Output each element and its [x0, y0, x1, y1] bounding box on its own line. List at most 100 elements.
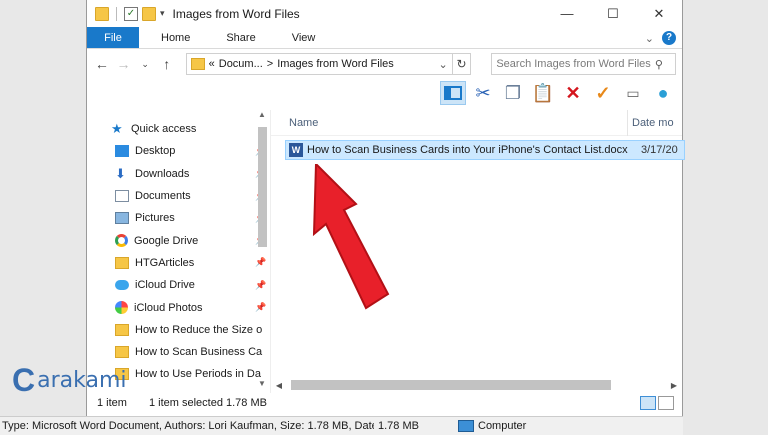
scroll-left-icon[interactable]: ◀	[271, 381, 287, 390]
details-pane-button[interactable]	[440, 81, 466, 105]
nav-label: iCloud Drive	[135, 279, 195, 292]
column-name[interactable]: Name	[271, 117, 627, 129]
refresh-button[interactable]: ↻	[451, 53, 472, 75]
shell-button[interactable]: ●	[650, 81, 676, 105]
tab-view[interactable]: View	[270, 27, 330, 48]
file-pane: Name Date mo W How to Scan Business Card…	[271, 109, 685, 393]
view-switcher	[640, 396, 682, 410]
scissors-icon: ✂	[475, 82, 491, 103]
rename-button[interactable]: ▭	[620, 81, 646, 105]
nav-label: Documents	[135, 190, 191, 203]
refresh-icon: ↻	[456, 57, 467, 71]
nav-label: How to Use Periods in Da	[135, 368, 261, 381]
expand-ribbon-icon[interactable]: ⌄	[645, 32, 654, 45]
nav-item[interactable]: HTGArticles 📌	[87, 252, 270, 274]
checkmark-button[interactable]: ✓	[590, 81, 616, 105]
address-bar[interactable]: « Docum... > Images from Word Files ⌄	[185, 53, 453, 75]
customize-toolbar-icon[interactable]: ▾	[160, 8, 165, 19]
column-date[interactable]: Date mo	[627, 109, 679, 136]
cut-button[interactable]: ✂	[470, 81, 496, 105]
maximize-button[interactable]: ☐	[590, 0, 636, 27]
address-dropdown-icon[interactable]: ⌄	[438, 58, 447, 71]
word-document-icon: W	[289, 143, 303, 157]
quick-access-toolbar: ✓ ▾	[87, 6, 165, 21]
scroll-thumb[interactable]	[291, 380, 611, 390]
scroll-down-icon[interactable]: ▼	[256, 379, 268, 393]
nav-item[interactable]: iCloud Photos 📌	[87, 296, 270, 318]
checkmark-icon: ✓	[595, 82, 611, 103]
breadcrumb-current[interactable]: Images from Word Files	[277, 58, 394, 70]
nav-item[interactable]: Google Drive📌	[87, 229, 270, 251]
tab-share[interactable]: Share	[204, 27, 269, 48]
file-details: Type: Microsoft Word Document, Authors: …	[2, 420, 374, 432]
star-icon: ★	[111, 121, 123, 137]
tab-file[interactable]: File	[87, 27, 139, 48]
nav-label: How to Scan Business Ca	[135, 346, 263, 359]
paste-button[interactable]: 📋	[530, 81, 556, 105]
file-scrollbar[interactable]: ◀ ▶	[271, 377, 682, 393]
selection-info: 1 item selected 1.78 MB	[148, 397, 267, 409]
pane-layout-icon	[444, 86, 462, 100]
scroll-track[interactable]	[287, 380, 666, 390]
nav-label: How to Reduce the Size o	[135, 323, 263, 336]
watermark-text: arakami	[37, 367, 127, 393]
properties-icon[interactable]: ✓	[124, 6, 138, 21]
close-button[interactable]: ✕	[636, 0, 682, 27]
large-icons-view-icon[interactable]	[658, 396, 674, 410]
nav-item[interactable]: How to Reduce the Size o	[87, 319, 270, 341]
documents-icon	[115, 190, 129, 203]
details-view-icon[interactable]	[640, 396, 656, 410]
delete-icon: ✕	[565, 82, 581, 103]
tab-home[interactable]: Home	[139, 27, 204, 48]
nav-scrollbar[interactable]: ▲ ▼	[256, 110, 268, 393]
recent-locations-icon[interactable]: ⌄	[136, 59, 154, 70]
clipboard-icon: 📋	[531, 82, 555, 103]
computer-icon	[458, 420, 474, 432]
search-placeholder: Search Images from Word Files	[496, 58, 651, 70]
copy-icon: ❐	[504, 82, 522, 103]
breadcrumb-overflow[interactable]: «	[209, 58, 215, 70]
copy-button[interactable]: ❐	[500, 81, 526, 105]
delete-button[interactable]: ✕	[560, 81, 586, 105]
folder-icon	[115, 323, 129, 336]
minimize-button[interactable]: —	[544, 0, 590, 27]
window-title: Images from Word Files	[172, 6, 300, 21]
nav-item[interactable]: Documents📌	[87, 185, 270, 207]
window-controls: — ☐ ✕	[544, 0, 682, 27]
nav-item[interactable]: iCloud Drive 📌	[87, 274, 270, 296]
item-count: 1 item	[97, 397, 127, 409]
title-bar: ✓ ▾ Images from Word Files — ☐ ✕	[87, 0, 682, 27]
folder-icon	[190, 58, 205, 70]
search-input[interactable]: Search Images from Word Files ⚲	[491, 53, 676, 75]
breadcrumb-documents[interactable]: Docum...	[219, 58, 263, 70]
forward-icon[interactable]: →	[115, 56, 133, 72]
nav-item[interactable]: Pictures📌	[87, 207, 270, 229]
icloud-photos-icon	[115, 301, 128, 315]
back-icon[interactable]: ←	[93, 56, 111, 72]
nav-label: Google Drive	[134, 234, 199, 247]
google-drive-icon	[115, 234, 128, 248]
address-row: ← → ⌄ ↑ « Docum... > Images from Word Fi…	[87, 49, 682, 79]
explorer-window: ✓ ▾ Images from Word Files — ☐ ✕ File Ho…	[86, 0, 685, 435]
help-icon[interactable]: ?	[662, 31, 676, 45]
folder-icon[interactable]	[95, 6, 109, 21]
file-row[interactable]: W How to Scan Business Cards into Your i…	[285, 140, 685, 160]
scroll-right-icon[interactable]: ▶	[666, 381, 682, 390]
nav-list: ★ Quick access Desktop📌⬇Downloads📌Docume…	[87, 110, 270, 386]
file-name: How to Scan Business Cards into Your iPh…	[307, 144, 628, 156]
nav-item[interactable]: Desktop📌	[87, 140, 270, 162]
icloud-drive-icon	[115, 280, 129, 291]
desktop-icon	[115, 145, 129, 158]
nav-label: Quick access	[131, 123, 197, 136]
folder-icon	[115, 346, 129, 359]
nav-item[interactable]: How to Scan Business Ca	[87, 341, 270, 363]
breadcrumb-separator[interactable]: >	[267, 58, 273, 70]
search-icon: ⚲	[654, 58, 663, 71]
nav-quick-access[interactable]: ★ Quick access	[87, 118, 270, 140]
up-icon[interactable]: ↑	[158, 56, 176, 72]
nav-item[interactable]: ⬇Downloads📌	[87, 163, 270, 185]
scroll-thumb[interactable]	[258, 127, 267, 247]
new-folder-icon[interactable]	[142, 6, 156, 21]
scroll-up-icon[interactable]: ▲	[256, 110, 268, 124]
nav-label: Downloads	[135, 167, 190, 180]
